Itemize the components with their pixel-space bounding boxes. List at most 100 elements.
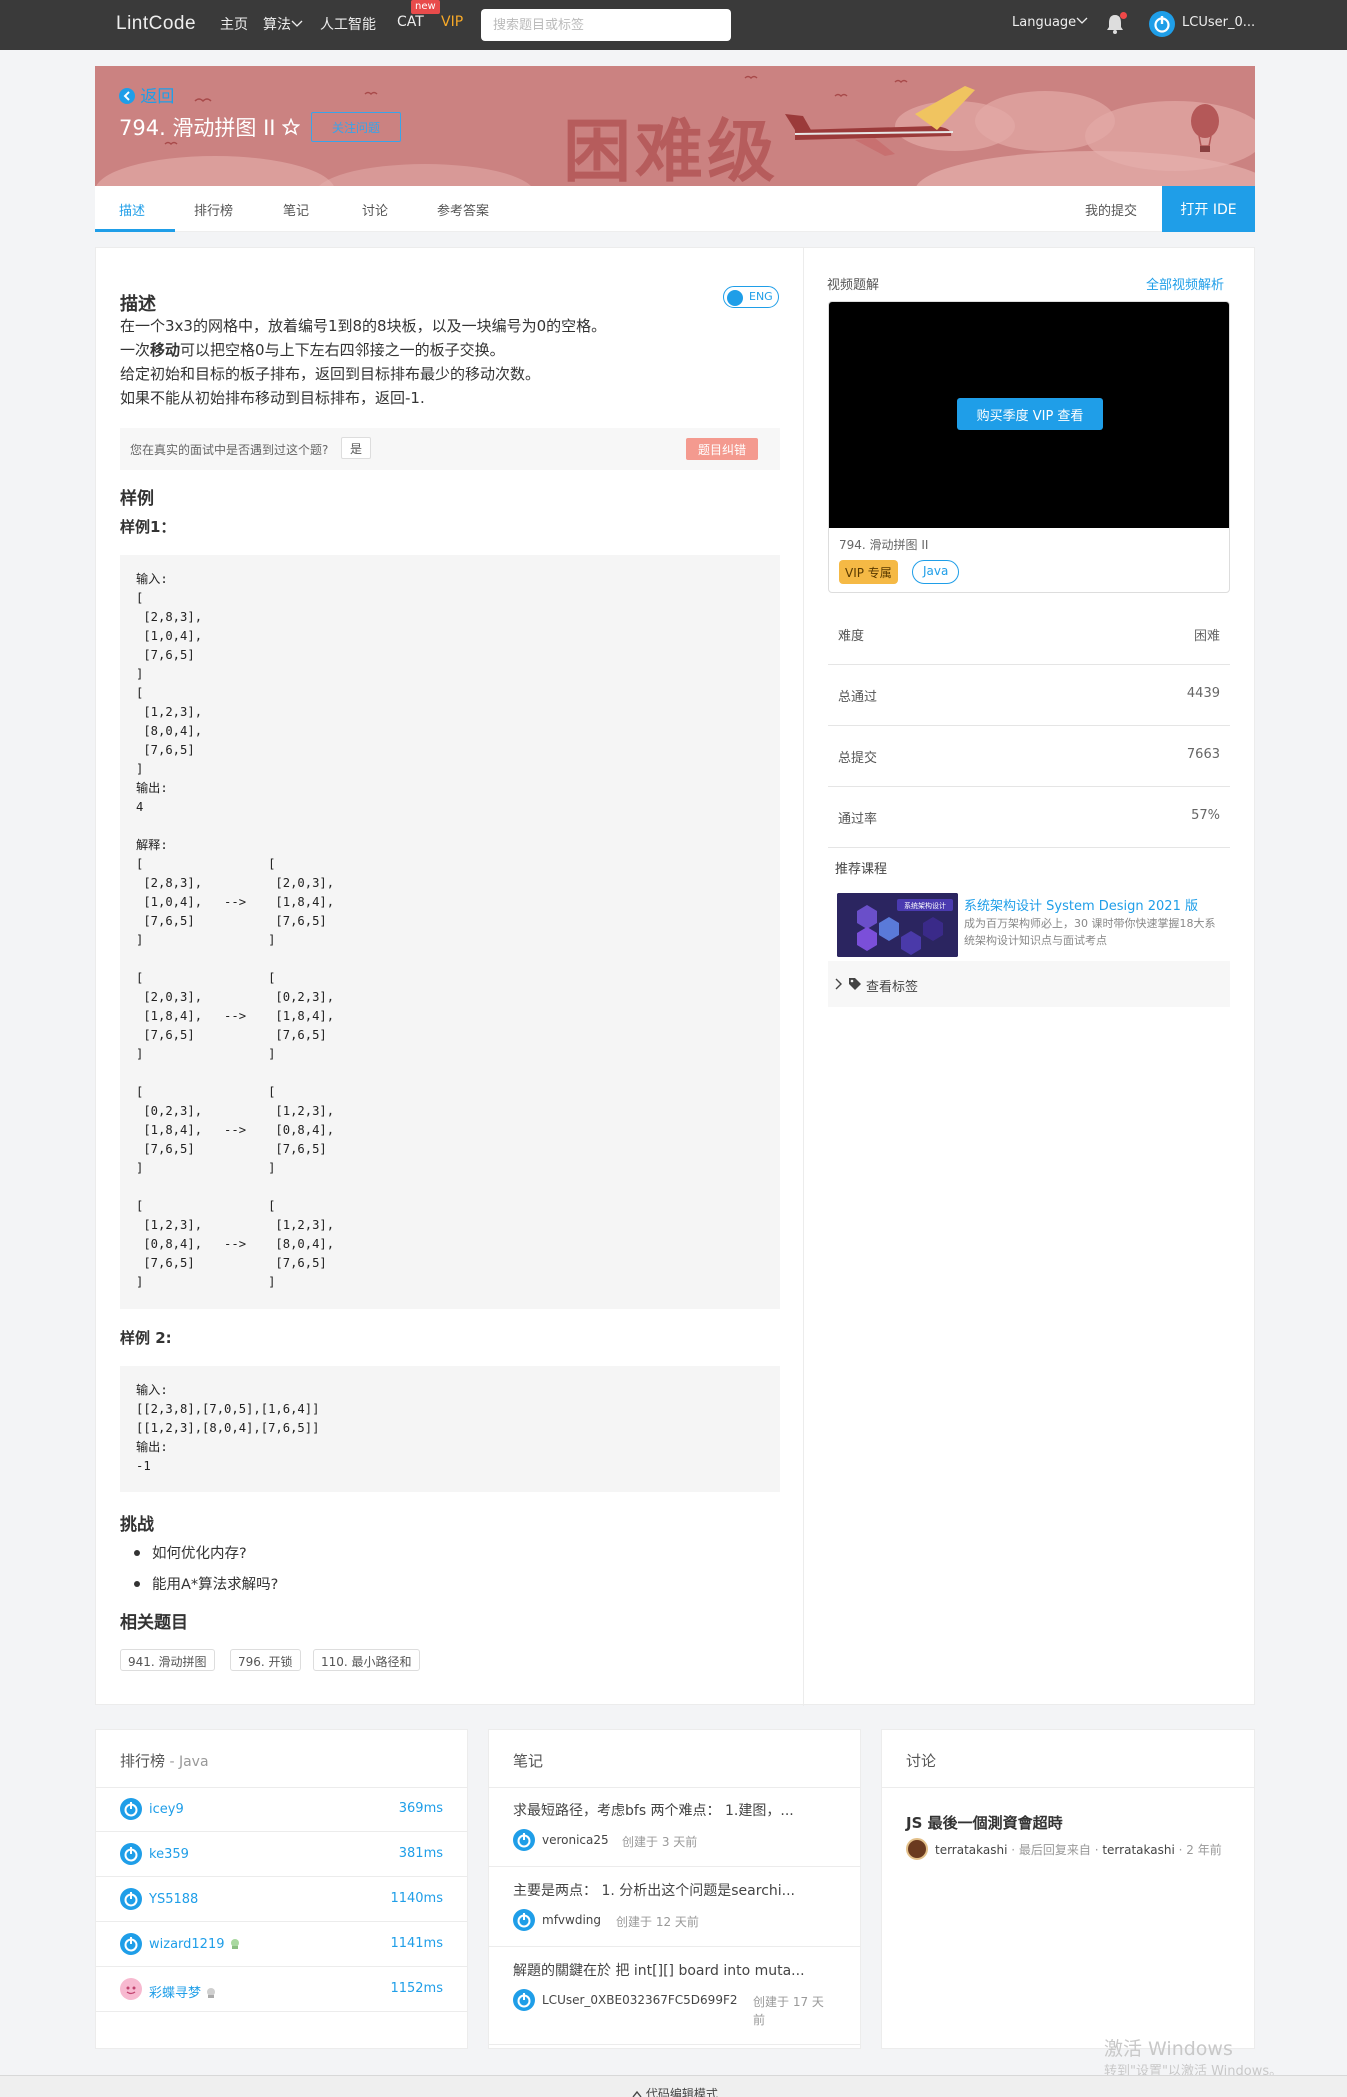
challenge-item: 如何优化内存? [152, 1546, 247, 1562]
user-avatar-icon [120, 1798, 142, 1820]
star-icon[interactable] [281, 117, 301, 136]
stat-label: 总提交 [838, 751, 878, 766]
problem-title-text: 794. 滑动拼图 II [119, 116, 276, 140]
divider [96, 1831, 467, 1832]
tab-leaderboard[interactable]: 排行榜 [194, 200, 233, 219]
language-toggle[interactable]: ENG [723, 286, 779, 308]
course-name-link[interactable]: 系统架构设计 System Design 2021 版 [964, 895, 1198, 914]
nav-vip[interactable]: VIP [441, 14, 463, 30]
note-author[interactable]: veronica25 [542, 1833, 609, 1847]
note-date: 创建于 17 天 [753, 1995, 824, 2009]
interview-yes-button[interactable]: 是 [341, 437, 371, 459]
my-submissions-link[interactable]: 我的提交 [1085, 200, 1137, 219]
note-title[interactable]: 主要是两点： 1. 分析出这个问题是searchi... [513, 1880, 843, 1900]
challenge-item: 能用A*算法求解吗? [152, 1577, 279, 1593]
note-date: 创建于 3 天前 [622, 1835, 698, 1849]
discussion-title[interactable]: 讨论 [906, 1750, 936, 1771]
leaderboard-user[interactable]: ke359 [149, 1847, 189, 1862]
description-text: 一次 [120, 341, 151, 359]
nav-ai[interactable]: 人工智能 [320, 14, 376, 34]
notes-title[interactable]: 笔记 [513, 1750, 543, 1771]
user-name[interactable]: LCUser_0... [1182, 15, 1255, 30]
leaderboard-user-name: 彩蝶寻梦 [149, 1986, 202, 2001]
discussion-post-title[interactable]: JS 最後一個測資會超時 [906, 1812, 1063, 1833]
difficulty-art-text: 困难级 [563, 113, 780, 186]
back-link[interactable]: 返回 [119, 82, 174, 107]
tab-reference-answer[interactable]: 参考答案 [437, 200, 489, 219]
description-heading: 描述 [120, 294, 156, 315]
tab-description[interactable]: 描述 [119, 200, 145, 219]
user-avatar-icon[interactable] [1149, 11, 1175, 37]
description-line: 如果不能从初始排布移动到目标排布，返回-1. [120, 389, 425, 407]
leaderboard-time: 1141ms [390, 1936, 443, 1951]
related-problem-tag[interactable]: 110. 最小路径和 [313, 1649, 420, 1671]
leaderboard-user[interactable]: icey9 [149, 1802, 184, 1817]
code-editor-bar[interactable]: 代码编辑模式 [0, 2075, 1347, 2097]
leaderboard-title-text: 排行榜 [120, 1752, 166, 1770]
note-title[interactable]: 解題的關鍵在於 把 int[][] board into muta... [513, 1960, 843, 1980]
note-date: 创建于 12 天前 [616, 1915, 699, 1929]
discussion-author[interactable]: terratakashi [935, 1843, 1007, 1857]
nav-home[interactable]: 主页 [220, 14, 248, 34]
stat-value: 4439 [1186, 686, 1220, 701]
related-problem-tag[interactable]: 941. 滑动拼图 [120, 1649, 215, 1671]
all-videos-link[interactable]: 全部视频解析 [1146, 274, 1224, 293]
tab-notes[interactable]: 笔记 [283, 200, 309, 219]
lintcode-logo[interactable]: LintCode [116, 13, 196, 35]
level-badge-icon [207, 1988, 216, 1998]
nav-cat[interactable]: CAT [397, 14, 424, 30]
chevron-down-icon [1076, 17, 1088, 24]
tab-discussion[interactable]: 讨论 [362, 200, 388, 219]
chevron-right-icon [835, 978, 842, 990]
leaderboard-title[interactable]: 排行榜 - Java [120, 1750, 209, 1771]
user-avatar-icon [513, 1909, 535, 1931]
back-label: 返回 [140, 87, 175, 107]
problem-banner: 困难级 返回 794. 滑动拼图 II 关注问题 [95, 66, 1255, 186]
user-avatar-icon [120, 1843, 142, 1865]
course-thumbnail-label: 系统架构设计 [904, 901, 946, 910]
note-author[interactable]: LCUser_0XBE032367FC5D699F2 [542, 1993, 738, 2007]
view-tags-bar[interactable]: 查看标签 [828, 961, 1230, 1007]
last-reply-label: · 最后回复来自 · [1007, 1843, 1103, 1857]
related-heading: 相关题目 [120, 1613, 188, 1633]
search-input[interactable] [481, 9, 731, 41]
divider [96, 1921, 467, 1922]
note-date-wrap: 前 [753, 2013, 766, 2027]
bullet [134, 1550, 140, 1556]
divider [96, 1787, 467, 1788]
tag-icon [849, 978, 861, 990]
bullet [134, 1581, 140, 1587]
description-text: 可以把空格0与上下左右四邻接之一的板子交换。 [180, 341, 505, 359]
user-avatar-icon [513, 1829, 535, 1851]
buy-vip-button[interactable]: 购买季度 VIP 查看 [957, 398, 1103, 430]
open-ide-button[interactable]: 打开 IDE [1162, 186, 1255, 232]
stat-label: 通过率 [838, 812, 878, 827]
leaderboard-user[interactable]: wizard1219 [149, 1937, 241, 1952]
note-author[interactable]: mfvwding [542, 1913, 601, 1927]
example1-code: 输入: [ [2,8,3], [1,0,4], [7,6,5] ] [ [1,2… [120, 555, 780, 1309]
active-tab-underline [95, 229, 175, 232]
nav-algorithm[interactable]: 算法 [263, 14, 303, 34]
leaderboard-user[interactable]: YS5188 [149, 1892, 198, 1907]
stat-row-accepted: 总通过 4439 [828, 665, 1230, 726]
challenge-heading: 挑战 [120, 1515, 154, 1535]
follow-problem-button[interactable]: 关注问题 [311, 112, 401, 142]
course-thumbnail[interactable]: 系统架构设计 [837, 893, 958, 957]
note-title[interactable]: 求最短路径，考虑bfs 两个难点： 1.建图，... [513, 1800, 843, 1820]
interview-question: 您在真实的面试中是否遇到过这个题? [130, 443, 329, 457]
example2-code: 输入: [[2,3,8],[7,0,5],[1,6,4]] [[1,2,3],[… [120, 1366, 780, 1492]
language-select[interactable]: Language [1012, 15, 1088, 30]
leaderboard-user[interactable]: 彩蝶寻梦 [149, 1982, 217, 2001]
related-problem-tag[interactable]: 796. 开锁 [230, 1649, 301, 1671]
notification-dot [1120, 12, 1127, 19]
description-line: 一次移动可以把空格0与上下左右四邻接之一的板子交换。 [120, 339, 505, 360]
stat-value: 困难 [1193, 629, 1220, 644]
stat-row-pass-rate: 通过率 57% [828, 787, 1230, 848]
leaderboard-user-name: wizard1219 [149, 1937, 225, 1952]
stat-value: 7663 [1186, 747, 1220, 762]
discussion-replier[interactable]: terratakashi [1102, 1843, 1174, 1857]
divider [489, 1787, 860, 1788]
problem-title: 794. 滑动拼图 II [119, 112, 301, 142]
report-error-button[interactable]: 题目纠错 [686, 438, 758, 460]
view-tags-label: 查看标签 [866, 980, 919, 995]
